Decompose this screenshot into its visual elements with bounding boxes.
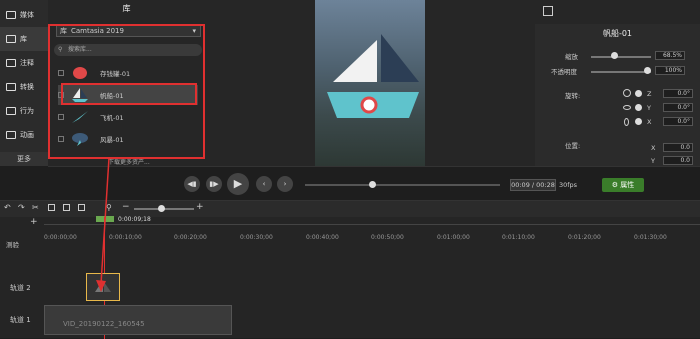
ruler-tick: 0:00:40;00 (306, 234, 339, 241)
position-x-value[interactable]: 0.0 (663, 143, 693, 152)
time-display: 00:09 / 00:28 (510, 179, 556, 191)
opacity-label: 不透明度 (551, 68, 577, 76)
books-icon (6, 35, 16, 43)
position-y-value[interactable]: 0.0 (663, 156, 693, 165)
film-icon (6, 11, 16, 19)
more-tools-button[interactable]: 更多 (0, 152, 48, 166)
previous-button[interactable]: ‹ (256, 176, 272, 192)
library-title: 库 (122, 4, 131, 13)
ruler-line (44, 224, 700, 225)
playhead-time: 0:00:09;18 (118, 216, 151, 223)
paste-icon[interactable] (63, 204, 70, 211)
next-button[interactable]: › (277, 176, 293, 192)
scale-value[interactable]: 68.5% (655, 51, 685, 60)
tool-media[interactable]: 媒体 (0, 3, 48, 27)
step-back-button[interactable]: ◀▮ (184, 176, 200, 192)
copy-icon[interactable] (48, 204, 55, 211)
video-clip-label: VID_20190122_160545 (63, 320, 145, 328)
tool-behaviors[interactable]: 行为 (0, 99, 48, 123)
rotate-z-icon (623, 89, 631, 97)
sailboat-graphic[interactable] (315, 0, 425, 166)
scale-slider[interactable] (591, 56, 651, 58)
highlight-row (61, 83, 197, 105)
rotation-x-value[interactable]: 0.0° (663, 117, 693, 126)
tool-annotations[interactable]: 注释 (0, 51, 48, 75)
cut-icon[interactable]: ✂ (32, 203, 39, 212)
rotation-x-dial[interactable] (635, 118, 642, 125)
rotation-z-axis: Z (647, 90, 652, 98)
quiz-marker-label: 测验 (6, 241, 19, 249)
zoom-out-icon[interactable]: − (122, 202, 130, 212)
rotation-y-dial[interactable] (635, 104, 642, 111)
properties-title: 帆船-01 (602, 29, 633, 38)
ruler-tick: 0:00:30;00 (240, 234, 273, 241)
undo-icon[interactable]: ↶ (4, 203, 11, 212)
fps-display: 30fps (559, 181, 578, 189)
ruler-tick: 0:00:00;00 (44, 234, 77, 241)
shape-icon (543, 6, 553, 16)
step-forward-button[interactable]: ▮▶ (206, 176, 222, 192)
opacity-knob[interactable] (644, 67, 651, 74)
behavior-icon (6, 107, 16, 115)
video-frame (315, 0, 425, 166)
gear-icon: ⚙ (611, 181, 619, 189)
animation-icon (6, 131, 16, 139)
zoom-in-icon[interactable]: + (196, 202, 204, 212)
position-y-axis: Y (651, 157, 655, 165)
callout-icon (6, 59, 16, 67)
canvas-area[interactable] (205, 0, 535, 166)
properties-button[interactable]: ⚙ 属性 (602, 178, 644, 192)
opacity-slider[interactable] (591, 71, 651, 73)
tool-animations[interactable]: 动画 (0, 123, 48, 147)
tool-library[interactable]: 库 (0, 27, 48, 51)
rotation-z-value[interactable]: 0.0° (663, 89, 693, 98)
position-x-axis: X (651, 144, 656, 152)
scrub-track[interactable] (305, 184, 500, 186)
ruler-tick: 0:00:20;00 (174, 234, 207, 241)
rotation-z-dial[interactable] (635, 90, 642, 97)
rotation-x-axis: X (647, 118, 652, 126)
ruler-tick: 0:01:30;00 (634, 234, 667, 241)
rotation-label: 旋转: (565, 92, 581, 100)
play-button[interactable]: ▶ (227, 173, 249, 195)
rotate-y-icon (623, 105, 631, 110)
redo-icon[interactable]: ↷ (18, 203, 25, 212)
tool-transitions[interactable]: 转换 (0, 75, 48, 99)
track-2-label: 轨道 2 (10, 284, 31, 292)
tools-panel: 媒体 库 注释 转换 行为 动画 更多 (0, 0, 48, 166)
ruler-tick: 0:00:50;00 (371, 234, 404, 241)
position-label: 位置: (565, 142, 581, 150)
rotate-x-icon (624, 118, 629, 126)
ruler-tick: 0:01:00;00 (437, 234, 470, 241)
ruler-tick: 0:01:20;00 (568, 234, 601, 241)
ruler-tick: 0:01:10;00 (502, 234, 535, 241)
rotation-y-axis: Y (647, 104, 651, 112)
properties-panel: 帆船-01 缩放 68.5% 不透明度 100% 旋转: Z 0.0° Y 0.… (535, 0, 700, 166)
add-track-icon[interactable]: + (30, 217, 38, 227)
properties-header (535, 0, 700, 24)
video-clip[interactable]: VID_20190122_160545 (44, 305, 232, 335)
annotation-arrow (96, 157, 110, 292)
scale-label: 缩放 (565, 53, 578, 61)
zoom-knob[interactable] (158, 205, 165, 212)
track-1-label: 轨道 1 (10, 316, 31, 324)
transition-icon (6, 83, 16, 91)
opacity-value[interactable]: 100% (655, 66, 685, 75)
rotation-y-value[interactable]: 0.0° (663, 103, 693, 112)
split-icon[interactable] (78, 204, 85, 211)
